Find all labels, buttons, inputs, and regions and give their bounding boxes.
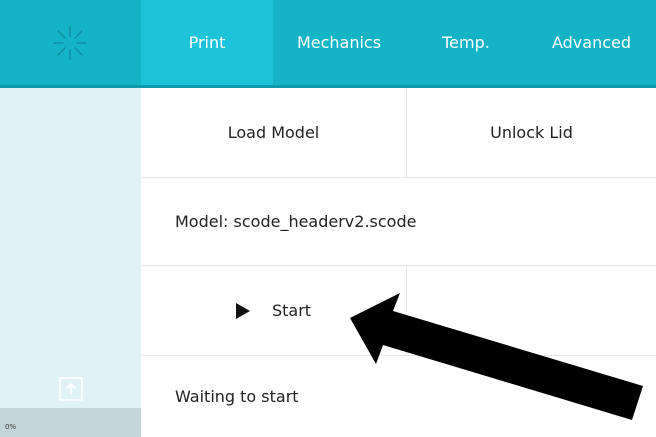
printer-app: 0% Print Mechanics Temp. Advanced Load M… [0, 0, 656, 437]
play-icon [235, 302, 250, 319]
model-name-label: Model: scode_headerv2.scode [175, 212, 417, 231]
tab-temp[interactable]: Temp. [405, 0, 527, 85]
loading-indicator [394, 317, 399, 322]
start-button[interactable]: Start [141, 266, 406, 355]
print-panel: Load Model Unlock Lid Model: scode_heade… [141, 88, 656, 437]
starburst-logo-icon [53, 26, 87, 60]
status-row: Waiting to start [141, 356, 656, 437]
start-label: Start [271, 301, 312, 320]
progress-text: 0% [5, 423, 17, 431]
upload-icon [59, 377, 83, 401]
sidebar: 0% [0, 0, 141, 437]
divider [406, 266, 407, 355]
status-text: Waiting to start [175, 387, 299, 406]
tab-print[interactable]: Print [141, 0, 273, 85]
logo [0, 0, 141, 88]
progress-bar: 0% [0, 408, 141, 437]
model-row: Model: scode_headerv2.scode [141, 178, 656, 266]
unlock-lid-button[interactable]: Unlock Lid [407, 88, 656, 177]
start-row: Start [141, 266, 656, 356]
upload-button[interactable] [58, 376, 84, 402]
tab-advanced[interactable]: Advanced [527, 0, 656, 85]
action-row: Load Model Unlock Lid [141, 88, 656, 178]
tab-mechanics[interactable]: Mechanics [273, 0, 405, 85]
top-nav: Print Mechanics Temp. Advanced [141, 0, 656, 88]
load-model-button[interactable]: Load Model [141, 88, 406, 177]
